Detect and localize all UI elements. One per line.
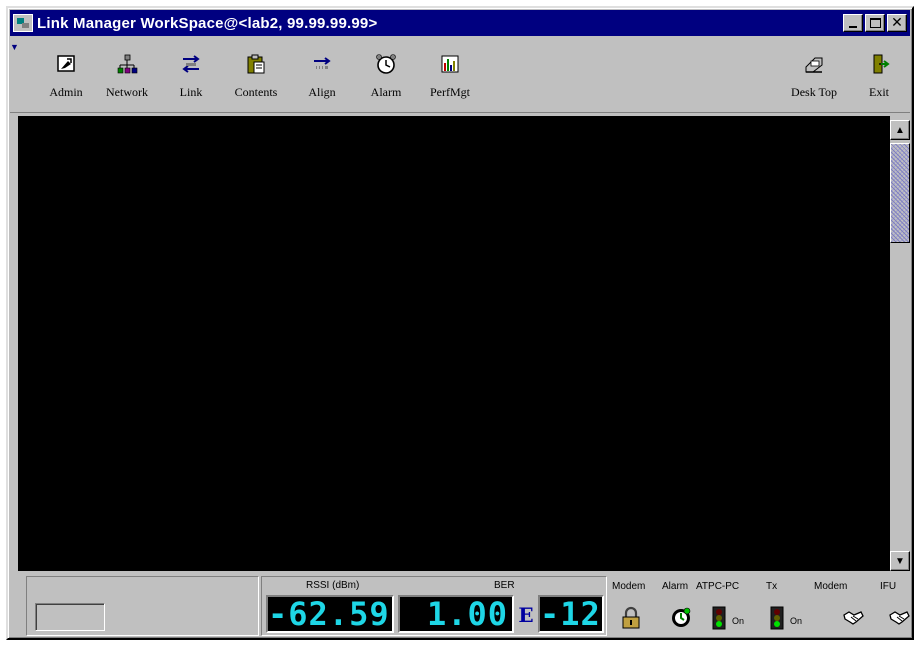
toolbar: ▼ Admin Network Link Contents Align Alar… [10, 39, 910, 113]
scroll-thumb[interactable] [890, 143, 910, 243]
maximize-icon [869, 18, 881, 28]
ber-exponent-marker: E [518, 603, 534, 627]
ber-exponent-display: -12 [538, 595, 604, 633]
status-bar: RSSI (dBm) BER -62.59 1.00 E -12 Modem A… [20, 573, 914, 641]
desktop-button[interactable]: Desk Top [782, 53, 846, 100]
alarm-clock-icon [376, 54, 396, 74]
scroll-up-button[interactable]: ▲ [890, 120, 910, 140]
modem-status-label: Modem [612, 581, 646, 592]
tx-status-label: Tx [766, 581, 778, 592]
toolbar-handle-icon[interactable]: ▼ [10, 43, 19, 53]
ifu-status-label: IFU [880, 581, 897, 592]
handshake-icon[interactable] [888, 606, 910, 630]
link-meters: RSSI (dBm) BER -62.59 1.00 E -12 [261, 576, 607, 636]
ber-mantissa-display: 1.00 [398, 595, 514, 633]
admin-button[interactable]: Admin [34, 53, 98, 100]
atpc-value: On [732, 616, 745, 626]
alarm-button[interactable]: Alarm [354, 53, 418, 100]
minimize-icon [849, 26, 857, 28]
modem2-status-label: Modem [814, 581, 848, 592]
clipboard-icon [247, 54, 265, 74]
network-button[interactable]: Network [95, 53, 159, 100]
alarm-status-icon[interactable] [670, 606, 692, 630]
status-panel [26, 576, 259, 636]
link-label: Link [179, 85, 203, 99]
app-icon[interactable] [13, 14, 33, 32]
rssi-label: RSSI (dBm) [306, 580, 360, 591]
align-icon [314, 57, 331, 69]
atpc-status-label: ATPC-PC [696, 581, 740, 592]
status-field [35, 603, 105, 631]
network-label: Network [106, 85, 148, 99]
exit-label: Exit [869, 85, 889, 99]
workspace-canvas[interactable] [18, 116, 890, 571]
tx-value: On [790, 616, 803, 626]
rssi-display: -62.59 [266, 595, 394, 633]
desktop-icon [805, 57, 823, 73]
arrow-down-icon: ▼ [895, 555, 905, 567]
window-title: Link Manager WorkSpace@<lab2, 99.99.99.9… [37, 14, 378, 32]
align-label: Align [308, 85, 336, 99]
traffic-light-icon[interactable] [766, 606, 788, 630]
status-indicators: Modem Alarm ATPC-PC Tx Modem IFU On On [610, 576, 914, 636]
perfmgt-label: PerfMgt [430, 85, 470, 99]
vertical-scrollbar[interactable]: ▲ ▼ [890, 116, 910, 571]
title-bar[interactable]: Link Manager WorkSpace@<lab2, 99.99.99.9… [10, 10, 910, 36]
align-button[interactable]: Align [290, 53, 354, 100]
contents-button[interactable]: Contents [224, 53, 288, 100]
desktop-label: Desk Top [791, 85, 837, 99]
handshake-icon[interactable] [842, 606, 864, 630]
exit-button[interactable]: Exit [847, 53, 911, 100]
alarm-status-label: Alarm [662, 581, 689, 592]
link-button[interactable]: Link [159, 53, 223, 100]
performance-chart-icon [441, 55, 459, 73]
traffic-light-icon[interactable] [708, 606, 730, 630]
close-button[interactable]: ✕ [887, 14, 907, 32]
exit-door-icon [873, 54, 890, 74]
admin-icon [57, 55, 75, 72]
network-icon [117, 54, 138, 74]
perfmgt-button[interactable]: PerfMgt [418, 53, 482, 100]
admin-label: Admin [49, 85, 83, 99]
arrow-up-icon: ▲ [895, 124, 905, 136]
maximize-button[interactable] [865, 14, 885, 32]
main-window: Link Manager WorkSpace@<lab2, 99.99.99.9… [6, 6, 914, 640]
padlock-icon[interactable] [620, 606, 642, 630]
alarm-label: Alarm [370, 85, 402, 99]
ber-label: BER [494, 580, 515, 591]
minimize-button[interactable] [843, 14, 863, 32]
contents-label: Contents [234, 85, 278, 99]
link-icon [182, 55, 200, 73]
scroll-down-button[interactable]: ▼ [890, 551, 910, 571]
close-icon: ✕ [891, 15, 903, 31]
